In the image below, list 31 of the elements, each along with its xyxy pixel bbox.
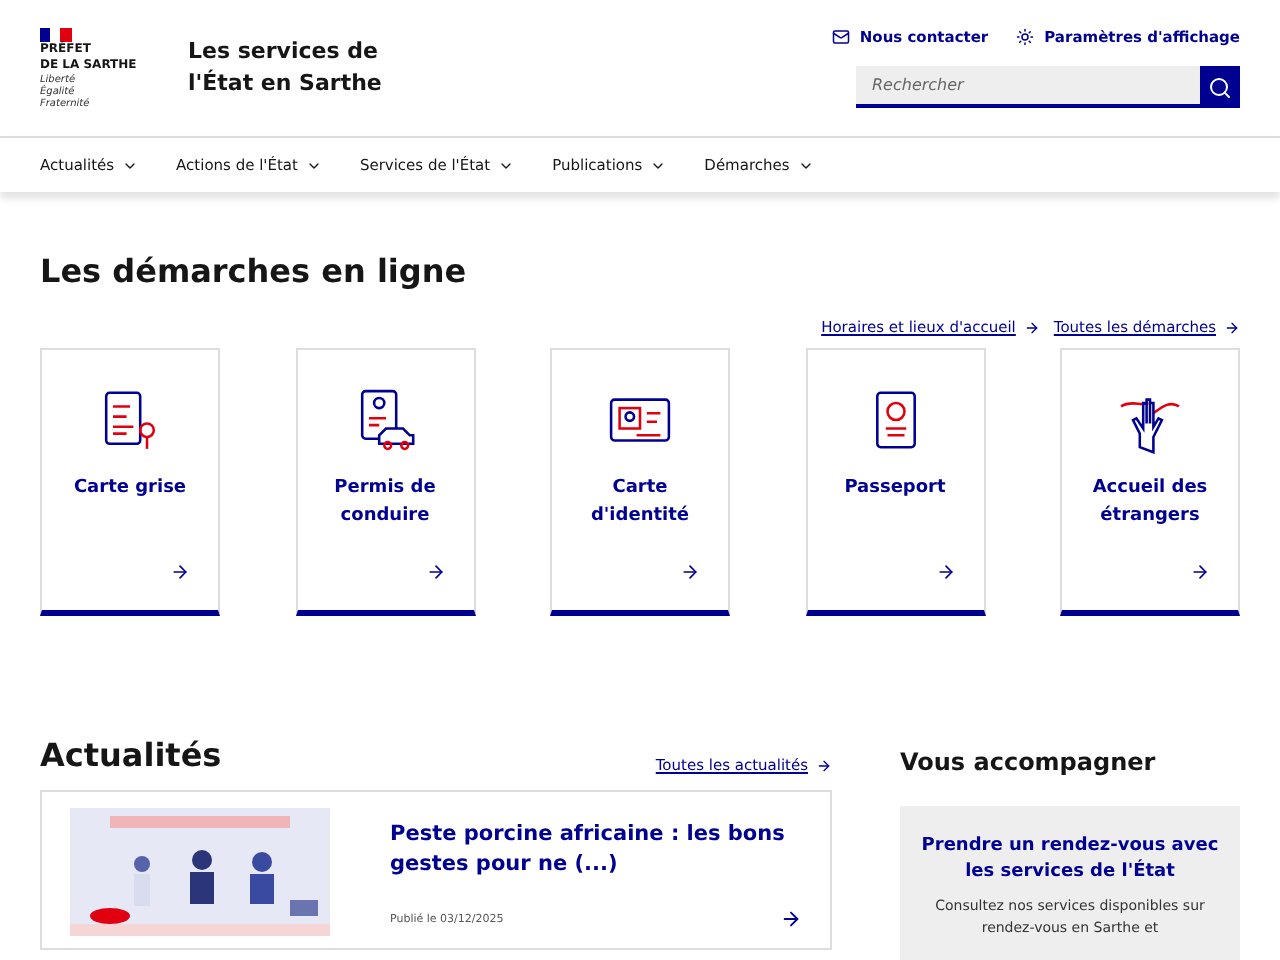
arrow-icon bbox=[780, 908, 802, 930]
section-title: Vous accompagner bbox=[900, 748, 1158, 776]
arrow-icon bbox=[1224, 319, 1240, 335]
arrow-icon bbox=[425, 562, 445, 582]
arrow-icon bbox=[170, 562, 190, 582]
card-title: Passeport bbox=[842, 476, 948, 502]
section-title: Les démarches en ligne bbox=[40, 252, 469, 290]
sun-icon bbox=[1016, 28, 1035, 46]
service-card[interactable]: Permis de conduire bbox=[295, 348, 475, 616]
flag-icon bbox=[40, 28, 72, 42]
arrow-icon bbox=[1023, 319, 1040, 335]
news-title: Peste porcine africaine : les bons gestes pour ne (...) bbox=[390, 820, 787, 880]
arrow-icon bbox=[680, 562, 700, 582]
service-card[interactable]: Passeport bbox=[805, 348, 985, 616]
card-title: Prendre un rendez-vous avec les services de l'État bbox=[919, 834, 1221, 886]
arrow-icon bbox=[1190, 562, 1210, 582]
arrow-icon bbox=[816, 757, 832, 773]
card-title: Carte d'identité bbox=[588, 476, 692, 530]
card-title: Permis de conduire bbox=[332, 476, 438, 530]
arrow-icon bbox=[935, 562, 955, 582]
site-title: Les services de l'État en Sarthe bbox=[188, 36, 384, 100]
service-card[interactable]: Carte grise bbox=[40, 348, 220, 616]
card-title: Carte grise bbox=[71, 476, 189, 502]
service-card[interactable]: Accueil des étrangers bbox=[1060, 348, 1240, 616]
section-title: Actualités bbox=[40, 736, 222, 774]
search-field[interactable]: Rechercher bbox=[856, 66, 1200, 108]
card-title: Accueil des étrangers bbox=[1090, 476, 1210, 530]
mail-icon bbox=[831, 28, 850, 46]
service-card[interactable]: Carte d'identité bbox=[550, 348, 730, 616]
search-button[interactable] bbox=[1200, 66, 1240, 108]
search-icon bbox=[1208, 75, 1232, 99]
